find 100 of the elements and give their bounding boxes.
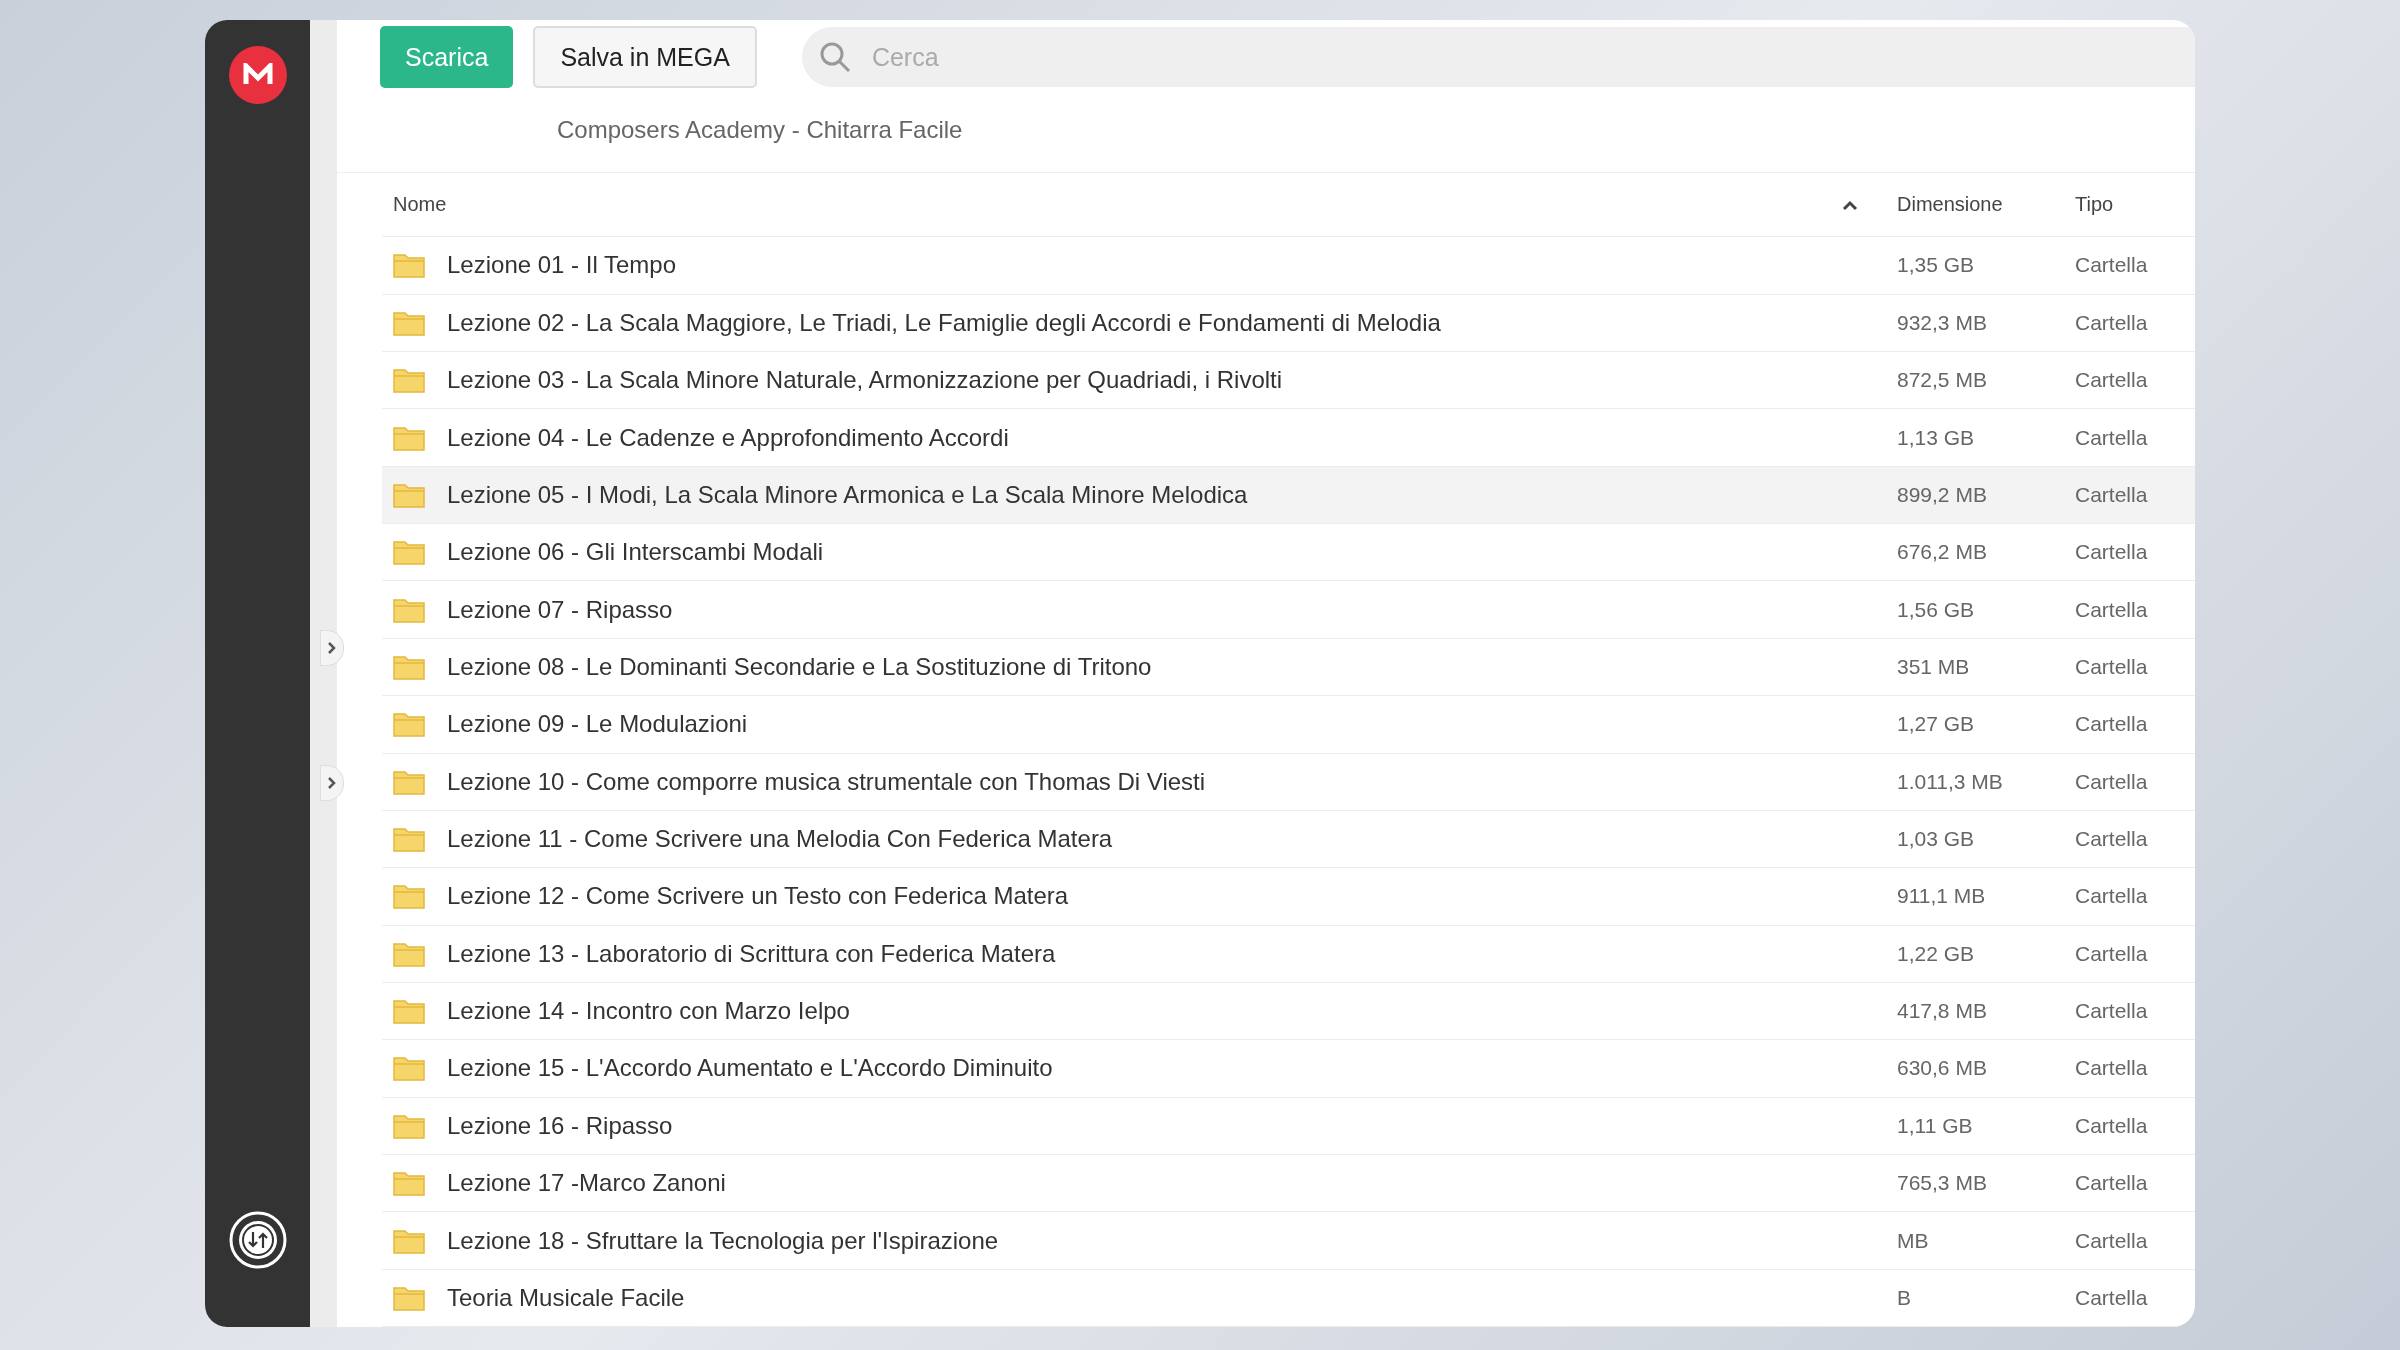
folder-icon	[393, 768, 425, 795]
folder-icon	[393, 883, 425, 910]
folder-row[interactable]: Lezione 17 -Marco Zanoni 765,3 MB Cartella	[382, 1155, 2195, 1213]
collapse-button[interactable]	[320, 630, 344, 666]
size-cell: 1.011,3 MB	[1897, 769, 2003, 793]
folder-row[interactable]: Lezione 16 - Ripasso 1,11 GB Cartella	[382, 1097, 2195, 1156]
folder-row[interactable]: Lezione 18 - Sfruttare la Tecnologia per l'Ispirazione MB Cartella	[382, 1212, 2195, 1270]
column-header[interactable]: Nome	[393, 193, 447, 217]
size-cell: 899,2 MB	[1897, 482, 1987, 506]
folder-name: Lezione 15 - L'Accordo Aumentato e L'Accordo Diminuito	[447, 1054, 1053, 1083]
folder-name: Lezione 11 - Come Scrivere una Melodia Con Federica Matera	[447, 825, 1113, 854]
folder-name: Lezione 14 - Incontro con Marzo Ielpo	[447, 997, 850, 1026]
type-cell: Cartella	[2075, 597, 2148, 621]
folder-icon	[393, 940, 425, 967]
folder-row[interactable]: Lezione 02 - La Scala Maggiore, Le Triadi, Le Famiglie degli Accordi e Fondamenti di Melodia 932,3 MB Cartella	[382, 294, 2195, 352]
folder-icon	[393, 1055, 425, 1082]
size-cell: 911,1 MB	[1897, 884, 1986, 908]
save-button[interactable]: Salva in MEGA	[533, 26, 757, 88]
size-cell: 1,27 GB	[1897, 712, 1975, 736]
folder-row[interactable]: Lezione 05 - I Modi, La Scala Minore Armonica e La Scala Minore Melodica 899,2 MB Cartella	[382, 466, 2195, 525]
folder-row[interactable]: Lezione 12 - Come Scrivere un Testo con Federica Matera 911,1 MB Cartella	[382, 868, 2195, 926]
size-cell: 1,03 GB	[1897, 827, 1975, 851]
folder-name: Teoria Musicale Facile	[447, 1283, 685, 1312]
folder-name: Lezione 16 - Ripasso	[447, 1111, 673, 1140]
folder-name: Lezione 06 - Gli Interscambi Modali	[447, 538, 824, 567]
folder-icon	[393, 367, 425, 394]
folder-icon	[393, 1170, 425, 1197]
size-cell: 932,3 MB	[1897, 310, 1987, 334]
chevron-icon	[327, 776, 337, 790]
folder-icon	[393, 1227, 425, 1254]
folder-icon	[393, 481, 425, 508]
search-bar[interactable]: Cerca	[801, 27, 2195, 87]
folder-row[interactable]: Lezione 09 - Le Modulazioni 1,27 GB Cartella	[382, 696, 2195, 754]
type-cell: Cartella	[2075, 1171, 2148, 1195]
type-cell: Cartella	[2075, 310, 2148, 334]
folder-icon	[393, 1112, 425, 1139]
size-cell: 417,8 MB	[1897, 999, 1987, 1023]
size-cell: B	[1897, 1285, 1911, 1309]
size-cell: MB	[1897, 1228, 1929, 1252]
folder-name: Lezione 05 - I Modi, La Scala Minore Armonica e La Scala Minore Melodica	[447, 480, 1248, 509]
column-header[interactable]: Dimensione	[1897, 193, 2003, 216]
breadcrumb[interactable]: Composers Academy - Chitarra Facile	[337, 88, 2195, 173]
type-cell: Cartella	[2075, 654, 2148, 678]
type-cell: Cartella	[2075, 1228, 2148, 1252]
folder-icon	[393, 424, 425, 451]
folder-icon	[393, 826, 425, 853]
transfer-icon[interactable]	[228, 1211, 287, 1269]
folder-row[interactable]: Lezione 06 - Gli Interscambi Modali 676,2 MB Cartella	[382, 524, 2195, 582]
type-cell: Cartella	[2075, 941, 2148, 965]
folder-row[interactable]: Lezione 14 - Incontro con Marzo Ielpo 417,8 MB Cartella	[382, 982, 2195, 1041]
folder-icon	[393, 1284, 425, 1311]
folder-name: Lezione 10 - Come comporre musica strumentale con Thomas Di Viesti	[447, 767, 1206, 796]
type-cell: Cartella	[2075, 368, 2148, 392]
type-cell: Cartella	[2075, 1056, 2148, 1080]
chevron-icon	[327, 641, 337, 655]
type-cell: Cartella	[2075, 884, 2148, 908]
folder-icon	[393, 539, 425, 566]
size-cell: 1,22 GB	[1897, 941, 1975, 965]
type-cell: Cartella	[2075, 1113, 2148, 1137]
type-cell: Cartella	[2075, 253, 2148, 277]
folder-row[interactable]: Lezione 11 - Come Scrivere una Melodia Con Federica Matera 1,03 GB Cartella	[382, 810, 2195, 869]
folder-name: Lezione 09 - Le Modulazioni	[447, 710, 748, 739]
folder-name: Lezione 08 - Le Dominanti Secondarie e La Sostituzione di Tritono	[447, 652, 1152, 681]
expand-button[interactable]	[320, 765, 344, 801]
folder-name: Lezione 17 -Marco Zanoni	[447, 1169, 726, 1198]
folder-row[interactable]: Lezione 15 - L'Accordo Aumentato e L'Accordo Diminuito 630,6 MB Cartella	[382, 1040, 2195, 1098]
folder-row[interactable]: Lezione 08 - Le Dominanti Secondarie e La Sostituzione di Tritono 351 MB Cartella	[382, 638, 2195, 697]
mega-logo-icon[interactable]	[228, 46, 287, 104]
size-cell: 1,35 GB	[1897, 253, 1975, 277]
folder-icon	[393, 711, 425, 738]
folder-row[interactable]: Lezione 10 - Come comporre musica strumentale con Thomas Di Viesti 1.011,3 MB Cartella	[382, 753, 2195, 811]
folder-name: Lezione 12 - Come Scrivere un Testo con Federica Matera	[447, 882, 1069, 911]
folder-name: Lezione 01 - Il Tempo	[447, 251, 677, 280]
type-cell: Cartella	[2075, 769, 2148, 793]
column-header[interactable]: Tipo	[2075, 193, 2114, 216]
type-cell: Cartella	[2075, 425, 2148, 449]
folder-name: Lezione 03 - La Scala Minore Naturale, Armonizzazione per Quadriadi, i Rivolti	[447, 366, 1283, 395]
folder-name: Lezione 07 - Ripasso	[447, 595, 673, 624]
type-cell: Cartella	[2075, 482, 2148, 506]
folder-icon	[393, 998, 425, 1025]
size-cell: 351 MB	[1897, 654, 1970, 678]
folder-icon	[393, 653, 425, 680]
size-cell: 630,6 MB	[1897, 1056, 1987, 1080]
type-cell: Cartella	[2075, 1285, 2148, 1309]
type-cell: Cartella	[2075, 827, 2148, 851]
folder-row[interactable]: Teoria Musicale Facile B Cartella	[382, 1269, 2195, 1327]
size-cell: 676,2 MB	[1897, 540, 1987, 564]
folder-name: Lezione 04 - Le Cadenze e Approfondimento Accordi	[447, 423, 1009, 452]
type-cell: Cartella	[2075, 540, 2148, 564]
folder-row[interactable]: Lezione 07 - Ripasso 1,56 GB Cartella	[382, 581, 2195, 639]
type-cell: Cartella	[2075, 712, 2148, 736]
search-field[interactable]: Cerca	[869, 41, 2195, 73]
type-cell: Cartella	[2075, 999, 2148, 1023]
folder-row[interactable]: Lezione 04 - Le Cadenze e Approfondimento Accordi 1,13 GB Cartella	[382, 409, 2195, 467]
folder-name: Lezione 13 - Laboratorio di Scrittura con Federica Matera	[447, 939, 1056, 968]
folder-name: Lezione 02 - La Scala Maggiore, Le Triadi, Le Famiglie degli Accordi e Fondamenti di Melodia	[447, 308, 1441, 337]
folder-icon	[393, 252, 425, 279]
folder-row[interactable]: Lezione 13 - Laboratorio di Scrittura con Federica Matera 1,22 GB Cartella	[382, 925, 2195, 983]
folder-row[interactable]: Lezione 01 - Il Tempo 1,35 GB Cartella	[382, 237, 2195, 295]
folder-row[interactable]: Lezione 03 - La Scala Minore Naturale, Armonizzazione per Quadriadi, i Rivolti 872,5 MB Cartella	[382, 352, 2195, 410]
